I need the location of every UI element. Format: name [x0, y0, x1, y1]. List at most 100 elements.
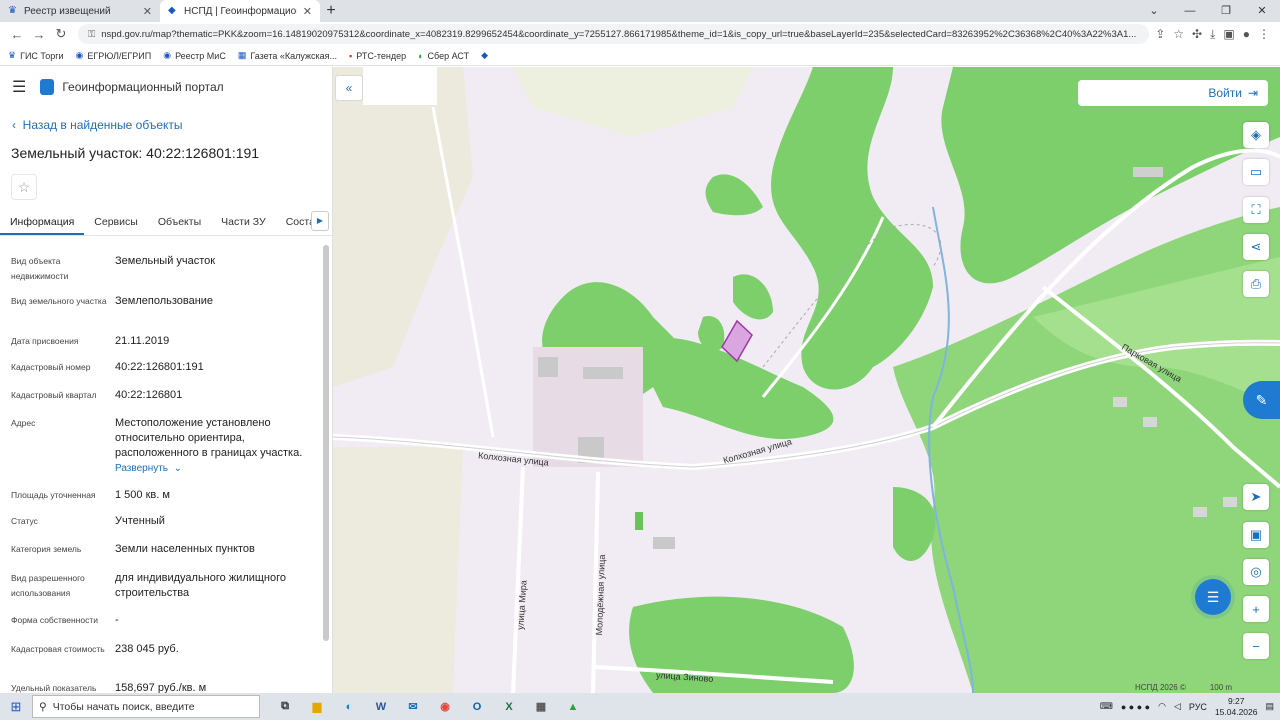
calculator-icon[interactable]: ▦	[528, 696, 554, 718]
app-icon[interactable]: ▲	[560, 696, 586, 718]
portal-title: Геоинформационный портал	[62, 80, 224, 94]
layers-icon[interactable]: ◈	[1243, 122, 1269, 148]
navigate-icon[interactable]: ➤	[1243, 484, 1269, 510]
download-icon[interactable]: ⤓	[1210, 27, 1215, 42]
login-button[interactable]: Войти ⇥	[1078, 80, 1268, 106]
mail-icon[interactable]: ✉	[400, 696, 426, 718]
bookmark-label: Сбер АСТ	[427, 50, 470, 61]
tray-icons[interactable]: ● ● ● ●	[1121, 702, 1150, 712]
bookmark-gis-torgi[interactable]: ♛ ГИС Торги	[8, 50, 64, 61]
outlook-icon[interactable]: O	[464, 696, 490, 718]
portal-logo	[40, 79, 55, 95]
object-title: Земельный участок: 40:22:126801:191	[11, 145, 260, 161]
url-input[interactable]: ⚿ nspd.gov.ru/map?thematic=PKK&zoom=16.1…	[78, 24, 1150, 44]
property-key: Адрес	[11, 418, 36, 428]
info-panel: ☰ Геоинформационный портал ‹ Назад в най…	[0, 67, 333, 693]
bookmark-gazeta[interactable]: ▦ Газета «Калужская...	[238, 50, 337, 61]
new-tab-button[interactable]: +	[320, 0, 342, 22]
search-icon: ⚲	[39, 700, 47, 713]
bookmark-sber[interactable]: ◐ Сбер АСТ	[418, 51, 469, 61]
tab-information[interactable]: Информация	[0, 209, 85, 235]
collapse-panel-button[interactable]: «	[335, 75, 363, 101]
forward-arrow-icon[interactable]: →	[28, 27, 50, 42]
chrome-icon[interactable]: ◉	[432, 696, 458, 718]
portal-header: ☰ Геоинформационный портал	[0, 67, 332, 107]
feedback-icon[interactable]: ✎	[1243, 381, 1280, 419]
task-view-icon[interactable]: ⧉	[272, 696, 298, 718]
property-value: Земельный участок	[115, 255, 216, 267]
taskbar-search-input[interactable]: ⚲ Чтобы начать поиск, введите	[32, 695, 260, 718]
bookmark-extra[interactable]: ◆	[481, 50, 488, 61]
map-top-panel	[363, 67, 437, 105]
extensions-icon[interactable]: ✣	[1192, 27, 1202, 42]
keyboard-icon[interactable]: ⌨	[1100, 701, 1113, 712]
property-key: Кадастровая стоимость	[11, 644, 105, 654]
building	[1143, 417, 1157, 427]
file-explorer-icon[interactable]: ▆	[304, 696, 330, 718]
share-icon[interactable]: ⋖	[1243, 234, 1269, 260]
building	[653, 537, 675, 549]
select-area-icon[interactable]: ⛶	[1243, 197, 1269, 223]
map-canvas[interactable]	[333, 67, 1280, 693]
tab-objects[interactable]: Объекты	[148, 209, 211, 235]
sidebar-icon[interactable]: ▣	[1223, 27, 1234, 42]
close-icon[interactable]: ✕	[303, 5, 312, 18]
zoom-in-icon[interactable]: +	[1243, 596, 1269, 622]
bookmark-star-icon[interactable]: ☆	[1173, 27, 1184, 42]
language-indicator[interactable]: РУС	[1189, 702, 1207, 712]
minimize-icon[interactable]: —	[1172, 0, 1208, 22]
windows-start-icon[interactable]: ⊞	[0, 699, 32, 715]
expand-address-link[interactable]: Развернуть ⌄	[115, 463, 182, 474]
forest-area	[733, 274, 773, 320]
property-value: 1 500 кв. м	[115, 489, 170, 501]
chat-button[interactable]: ☰	[1186, 575, 1240, 619]
tab-parts[interactable]: Части ЗУ	[211, 209, 276, 235]
hamburger-menu-icon[interactable]: ☰	[12, 77, 26, 97]
browser-tab-nspd[interactable]: ◆ НСПД | Геоинформационный п ✕	[160, 0, 320, 22]
back-arrow-icon[interactable]: ←	[6, 27, 28, 42]
map-copyright: НСПД 2026 ©	[1135, 683, 1186, 692]
volume-icon[interactable]: ◁	[1174, 701, 1181, 712]
building	[1133, 167, 1163, 177]
profile-icon[interactable]: ●	[1243, 27, 1250, 42]
chevron-down-icon[interactable]: ⌄	[1136, 0, 1172, 22]
field-area	[333, 67, 473, 387]
back-to-results-link[interactable]: ‹ Назад в найденные объекты	[12, 118, 183, 132]
word-icon[interactable]: W	[368, 696, 394, 718]
chat-icon: ☰	[1195, 579, 1231, 615]
close-icon[interactable]: ✕	[143, 5, 152, 18]
taskbar-apps: ⧉ ▆ ◐ W ✉ ◉ O X ▦ ▲	[272, 696, 586, 718]
restore-icon[interactable]: ❐	[1208, 0, 1244, 22]
minimap-icon[interactable]: ▣	[1243, 522, 1269, 548]
close-icon[interactable]: ✕	[1244, 0, 1280, 22]
print-icon[interactable]: ⎙	[1243, 271, 1269, 297]
bookmark-rts[interactable]: ▪ РТС-тендер	[349, 51, 406, 61]
ruler-icon[interactable]: ▭	[1243, 159, 1269, 185]
zoom-out-icon[interactable]: −	[1243, 633, 1269, 659]
share-icon[interactable]: ⇪	[1155, 27, 1165, 42]
property-value: -	[115, 614, 119, 626]
reload-icon[interactable]: ↻	[50, 26, 72, 42]
location-icon[interactable]: ◎	[1243, 559, 1269, 585]
clock[interactable]: 9:27 15.04.2026	[1215, 696, 1258, 718]
bookmark-label: РТС-тендер	[356, 50, 407, 61]
excel-icon[interactable]: X	[496, 696, 522, 718]
browser-tab-registry[interactable]: ♛ Реестр извещений ✕	[0, 0, 160, 22]
property-key: Площадь уточненная	[11, 490, 96, 500]
edge-icon[interactable]: ◐	[336, 696, 362, 718]
panel-scrollbar[interactable]	[323, 245, 329, 641]
bookmark-reestr-mis[interactable]: ◉ Реестр МиС	[163, 50, 226, 61]
building	[583, 367, 623, 379]
notifications-icon[interactable]: ▤	[1265, 701, 1274, 712]
favorite-star-icon[interactable]: ☆	[11, 174, 37, 200]
clock-time: 9:27	[1227, 695, 1245, 706]
nspd-icon: ◆	[168, 5, 176, 16]
menu-icon[interactable]: ⋮	[1258, 27, 1270, 42]
wifi-icon[interactable]: ◠	[1158, 701, 1166, 712]
tab-services[interactable]: Сервисы	[84, 209, 148, 235]
tabs-scroll-right-icon[interactable]: ▶	[311, 211, 329, 231]
building	[1193, 507, 1207, 517]
tab-divider	[0, 235, 332, 236]
window-controls: ⌄ — ❐ ✕	[1136, 0, 1280, 22]
bookmark-egrul[interactable]: ◉ ЕГРЮЛ/ЕГРИП	[76, 50, 152, 61]
